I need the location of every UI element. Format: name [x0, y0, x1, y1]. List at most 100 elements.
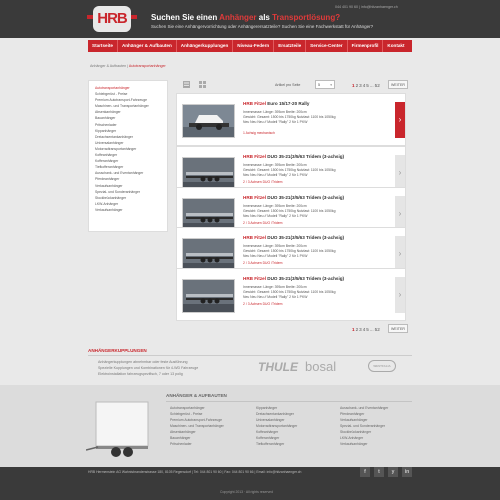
category-sidebar: Autotransportanhänger Schiebgerüst - Pre…: [88, 80, 168, 232]
product-card[interactable]: HRB Fitzel DUO 35-21(3/5/63 Tridem (3-ac…: [176, 268, 406, 321]
product-spec: Innenmasse: Länge: 395cm Breite: 200cm: [243, 163, 307, 167]
nav-item-ersatzteile[interactable]: Ersatzteile: [274, 40, 307, 52]
pagination-bottom: 12345...52: [352, 327, 381, 332]
page-link[interactable]: 5: [366, 83, 369, 88]
product-brand: HRB Fitzel: [243, 101, 266, 106]
linkedin-icon[interactable]: in: [402, 467, 412, 477]
product-spec: Gewicht: Gesamt: 1500 bis 1750kg Nutzlas…: [243, 209, 336, 213]
page-ellipsis: ...: [369, 83, 374, 88]
nav-item-anhaenger[interactable]: Anhänger & Aufbauten: [118, 40, 177, 52]
page-link[interactable]: 2: [356, 83, 359, 88]
product-axle-link[interactable]: 1 Achsig mechanisch: [243, 131, 275, 135]
page-ellipsis: ...: [369, 327, 374, 332]
chevron-down-icon: ▾: [330, 83, 332, 87]
product-image[interactable]: [182, 104, 235, 138]
product-spec: Innenmasse: Länge: 395cm Breite: 200cm: [243, 110, 307, 114]
nav-item-kontakt[interactable]: Kontakt: [383, 40, 408, 52]
page-link[interactable]: 3: [359, 327, 362, 332]
sidebar-item[interactable]: Verkaufsanhänger: [95, 207, 161, 213]
divider: [166, 401, 412, 402]
title-prefix: Suchen Sie einen: [151, 13, 220, 22]
chevron-right-icon[interactable]: ›: [395, 155, 405, 191]
product-card[interactable]: HRB Fitzel Euro 15/17-20 Rally Innenmass…: [176, 93, 406, 146]
youtube-icon[interactable]: y: [388, 467, 398, 477]
copyright: Copyright 2013 · All rights reserved: [220, 490, 273, 494]
page-link[interactable]: 2: [356, 327, 359, 332]
product-brand: HRB Fitzel: [243, 276, 266, 281]
product-spec: Neu Neu Neu // Modell "Rally" 2 für 1 PK…: [243, 173, 308, 177]
chevron-right-icon[interactable]: ›: [395, 102, 405, 138]
product-spec: Gewicht: Gesamt: 1500 bis 1750kg Nutzlas…: [243, 290, 336, 294]
product-spec: Innenmasse: Länge: 395cm Breite: 200cm: [243, 285, 307, 289]
page-link[interactable]: 4: [363, 327, 366, 332]
grid-view-icon[interactable]: [199, 81, 206, 88]
weiter-button-bottom[interactable]: WEITER: [388, 324, 408, 333]
chevron-right-icon[interactable]: ›: [395, 236, 405, 272]
page-link[interactable]: 1: [352, 83, 355, 88]
twitter-icon[interactable]: t: [374, 467, 384, 477]
product-image[interactable]: [182, 238, 235, 272]
page-link[interactable]: 1: [352, 327, 355, 332]
page-link[interactable]: 4: [363, 83, 366, 88]
title-join: als: [256, 13, 273, 22]
chevron-right-icon[interactable]: ›: [395, 277, 405, 313]
bosal-logo: bosal: [305, 359, 337, 374]
product-title[interactable]: HRB Fitzel DUO 35-21(3/5/63 Tridem (3-ac…: [243, 235, 344, 240]
product-axle-link[interactable]: 2 / 3 Achsen DUO /Tridem: [243, 221, 282, 225]
aufbauten-column: Kippanhänger Dreiachsentankanhänger Univ…: [256, 405, 297, 447]
facebook-icon[interactable]: f: [360, 467, 370, 477]
product-title[interactable]: HRB Fitzel DUO 35-21(3/5/63 Tridem (3-ac…: [243, 154, 344, 159]
aufbauten-heading: ANHÄNGER & AUFBAUTEN: [166, 393, 227, 398]
product-model: DUO 35-21(3/5/63 Tridem (3-achsig): [265, 154, 345, 159]
product-brand: HRB Fitzel: [243, 195, 266, 200]
weiter-button-top[interactable]: WEITER: [388, 80, 408, 89]
logo-text: HRB: [93, 6, 131, 32]
product-title[interactable]: HRB Fitzel DUO 35-21(3/5/63 Tridem (3-ac…: [243, 195, 344, 200]
per-page-label: Artikel pro Seite: [275, 83, 301, 87]
main-nav: Startseite Anhänger & Aufbauten Anhänger…: [88, 40, 412, 52]
header-title: Suchen Sie einen Anhänger als Transportl…: [151, 13, 340, 22]
footer-address: HRB Hermenstein AG Wahnisbrandenstrasse …: [88, 470, 302, 474]
aufbauten-link[interactable]: Tiefkofferanhänger: [256, 441, 297, 447]
product-image[interactable]: [182, 279, 235, 313]
product-spec: Gewicht: Gesamt: 1500 bis 1750kg Nutzlas…: [243, 115, 336, 119]
nav-item-firmenprofil[interactable]: Firmenprofil: [348, 40, 384, 52]
header-contact[interactable]: 044 401 90 60 | info@hitzanhaenger.ch: [335, 5, 398, 9]
product-axle-link[interactable]: 2 / 3 Achsen DUO /Tridem: [243, 261, 282, 265]
page-link[interactable]: 52: [375, 327, 380, 332]
list-view-icon[interactable]: [183, 81, 190, 88]
kupplungen-heading: ANHÄNGERKUPPLUNGEN: [88, 348, 147, 353]
product-title[interactable]: HRB Fitzel Euro 15/17-20 Rally: [243, 101, 309, 106]
product-title[interactable]: HRB Fitzel DUO 35-21(3/5/63 Tridem (3-ac…: [243, 276, 344, 281]
product-spec: Neu Neu Neu // Modell "Rally" 2 für 1 PK…: [243, 254, 308, 258]
aufbauten-link[interactable]: Verkaufsanhänger: [340, 441, 388, 447]
product-spec: Innenmasse: Länge: 395cm Breite: 200cm: [243, 244, 307, 248]
page-link[interactable]: 3: [359, 83, 362, 88]
product-brand: HRB Fitzel: [243, 154, 266, 159]
hrb-logo[interactable]: HRB: [87, 3, 137, 34]
product-axle-link[interactable]: 2 / 3 Achsen DUO /Tridem: [243, 302, 282, 306]
page-link[interactable]: 52: [375, 83, 380, 88]
product-image[interactable]: [182, 157, 235, 191]
product-axle-link[interactable]: 2 / 3 Achsen DUO /Tridem: [243, 180, 282, 184]
nav-item-niveau[interactable]: Niveau-Federn: [233, 40, 275, 52]
product-spec: Neu Neu Neu // Modell "Rally" 2 für 1 PK…: [243, 295, 308, 299]
aufbauten-column: Autotransportanhänger Schiebgerüst - Pre…: [170, 405, 224, 447]
title-mid: Anhänger: [219, 13, 257, 22]
breadcrumb-parent[interactable]: Anhänger & Aufbauten: [90, 64, 126, 68]
product-spec: Gewicht: Gesamt: 1500 bis 1750kg Nutzlas…: [243, 249, 336, 253]
product-model: Euro 15/17-20 Rally: [265, 101, 310, 106]
kupplung-item: Spezielle Kupplungen und Kombinationen f…: [98, 366, 199, 370]
title-end: Transportlösung?: [272, 13, 341, 22]
nav-item-kupplungen[interactable]: Anhängerkupplungen: [177, 40, 234, 52]
product-model: DUO 35-21(3/5/63 Tridem (3-achsig): [265, 276, 345, 281]
westfalia-text: WESTFALIA: [373, 364, 391, 368]
per-page-select[interactable]: 5 ▾: [315, 80, 335, 89]
nav-item-startseite[interactable]: Startseite: [88, 40, 118, 52]
pagination-top: 12345...52: [352, 83, 381, 88]
product-model: DUO 35-21(3/5/63 Tridem (3-achsig): [265, 235, 345, 240]
nav-item-service[interactable]: Service-Center: [306, 40, 348, 52]
westfalia-logo: WESTFALIA: [368, 360, 396, 372]
page-link[interactable]: 5: [366, 327, 369, 332]
aufbauten-link[interactable]: Pritschenlader: [170, 441, 224, 447]
